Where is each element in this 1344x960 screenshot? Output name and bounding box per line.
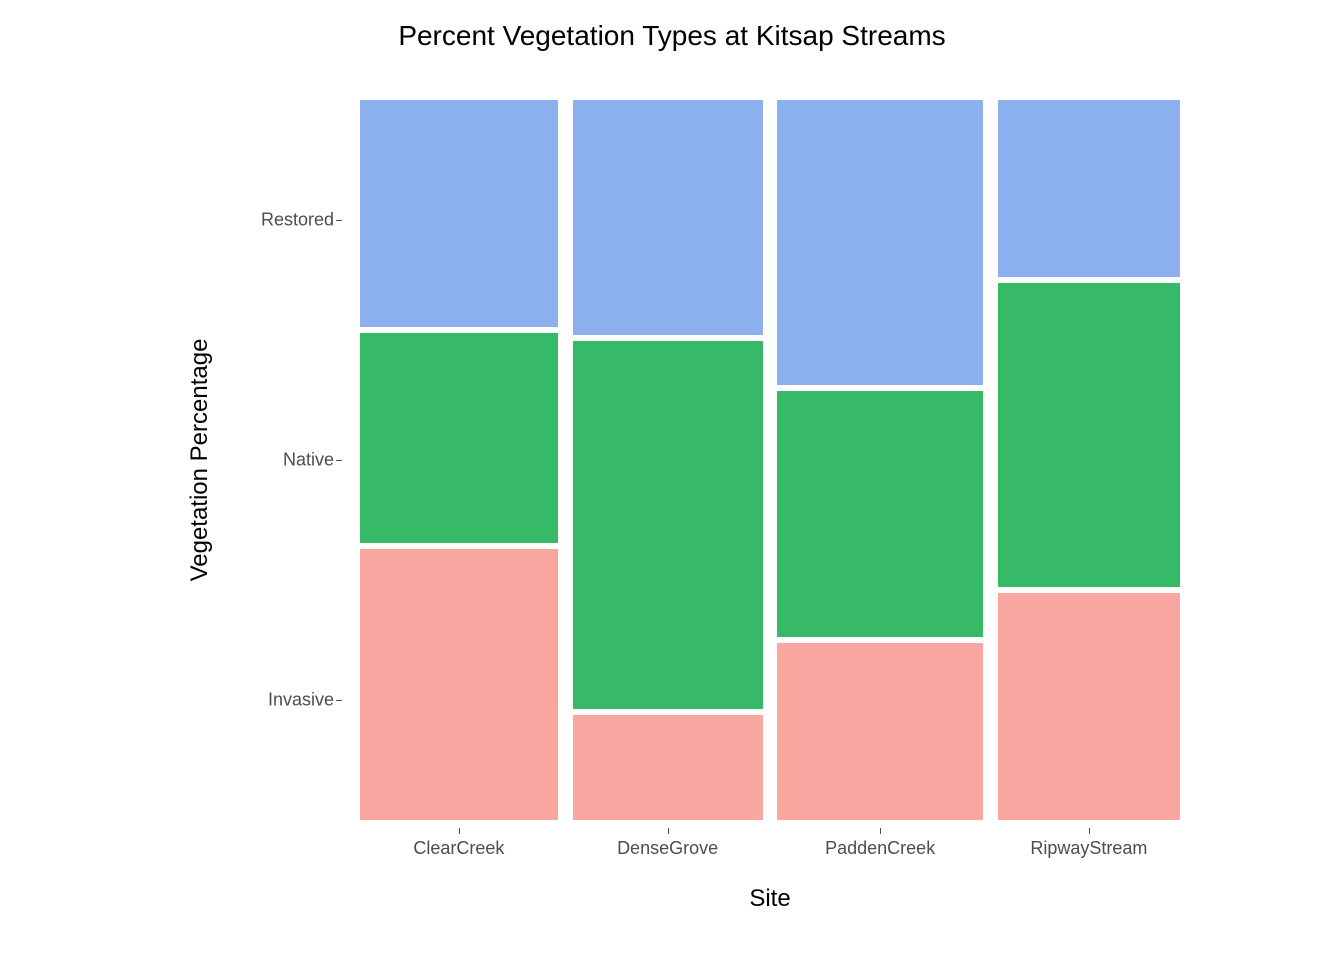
bar-segment: [777, 640, 983, 820]
x-tick-mark: [1089, 828, 1090, 834]
bar-segment: [360, 330, 558, 546]
x-tick-mark: [880, 828, 881, 834]
y-tick-mark: [336, 220, 342, 221]
bar-segment: [573, 338, 763, 712]
x-tick-mark: [459, 828, 460, 834]
y-tick-mark: [336, 460, 342, 461]
bar-segment: [998, 280, 1180, 590]
x-tick-label: PaddenCreek: [825, 838, 935, 859]
bar-segment: [998, 590, 1180, 820]
bar-segment: [360, 546, 558, 820]
y-tick-mark: [336, 700, 342, 701]
y-axis: InvasiveNativeRestored: [250, 100, 350, 820]
y-tick-label: Native: [244, 450, 334, 471]
bar-column: [998, 100, 1180, 820]
y-axis-title: Vegetation Percentage: [186, 339, 214, 582]
x-tick-label: ClearCreek: [413, 838, 504, 859]
bar-segment: [998, 100, 1180, 280]
y-tick-label: Invasive: [244, 690, 334, 711]
chart-title: Percent Vegetation Types at Kitsap Strea…: [0, 20, 1344, 52]
bar-segment: [573, 100, 763, 338]
bar-segment: [573, 712, 763, 820]
bar-column: [573, 100, 763, 820]
x-axis-title: Site: [749, 885, 790, 913]
bar-segment: [360, 100, 558, 330]
x-tick-label: RipwayStream: [1030, 838, 1147, 859]
bar-column: [777, 100, 983, 820]
plot-area: [360, 100, 1180, 820]
bar-segment: [777, 100, 983, 388]
x-tick-label: DenseGrove: [617, 838, 718, 859]
x-tick-mark: [668, 828, 669, 834]
bar-segment: [777, 388, 983, 640]
y-tick-label: Restored: [244, 210, 334, 231]
bar-column: [360, 100, 558, 820]
chart-container: Percent Vegetation Types at Kitsap Strea…: [0, 0, 1344, 960]
